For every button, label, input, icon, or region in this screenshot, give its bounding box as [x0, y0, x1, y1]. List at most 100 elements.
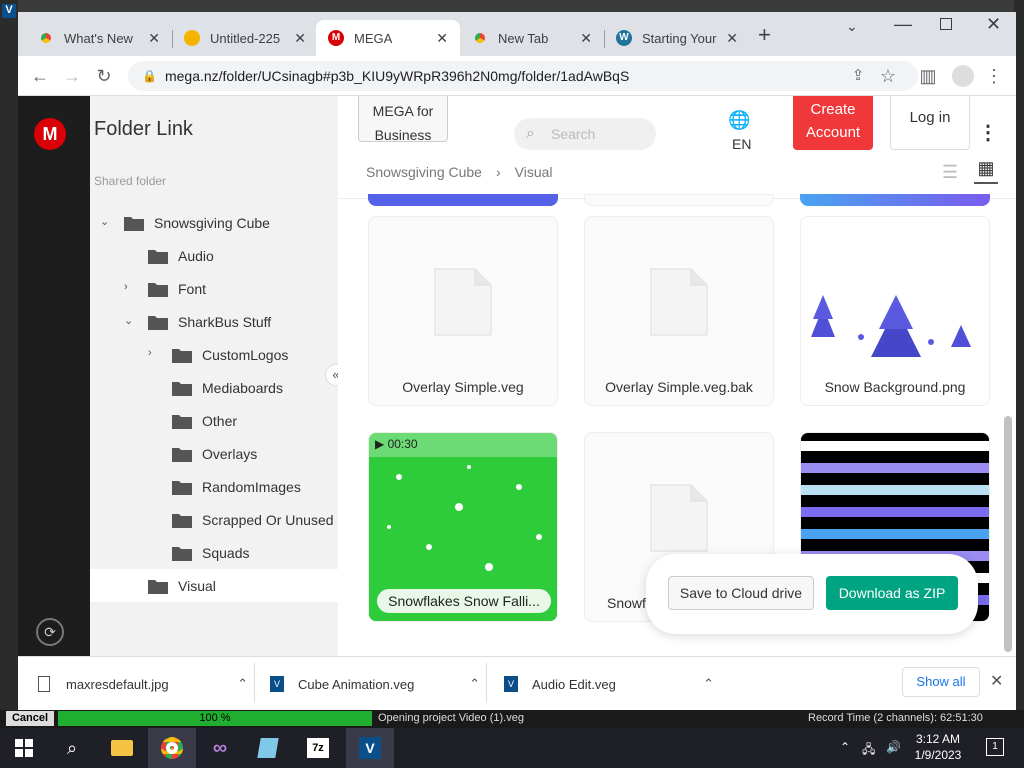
share-icon[interactable]: ⇪: [848, 66, 868, 86]
download-item[interactable]: maxresdefault.jpg ⌃: [38, 671, 262, 697]
scrollbar-thumb[interactable]: [1004, 416, 1012, 652]
bookmark-star-icon[interactable]: ☆: [878, 66, 898, 86]
chevron-up-icon[interactable]: ⌃: [469, 676, 480, 692]
search-taskbar-icon[interactable]: ⌕: [48, 728, 96, 768]
file-explorer-icon[interactable]: [98, 728, 146, 768]
show-all-button[interactable]: Show all: [902, 667, 980, 697]
chevron-up-icon[interactable]: ⌃: [703, 676, 714, 692]
folder-tree-item[interactable]: Mediaboards: [172, 375, 283, 401]
document-icon: [434, 268, 492, 336]
visual-studio-icon[interactable]: ∞: [196, 728, 244, 768]
search-box[interactable]: ⌕ Search: [514, 118, 656, 150]
chevron-right-icon[interactable]: ›: [124, 281, 128, 293]
more-options-icon[interactable]: ⋮: [978, 120, 998, 145]
folder-tree-item[interactable]: SharkBus Stuff: [148, 309, 271, 335]
vegas-left-panel: V: [0, 0, 18, 712]
folder-tree-item[interactable]: Overlays: [172, 441, 257, 467]
tab-untitled[interactable]: Untitled-225 ✕: [172, 20, 318, 56]
clock-date[interactable]: 1/9/2023: [912, 748, 964, 762]
tab-search-icon[interactable]: ⌄: [846, 18, 858, 35]
tray-chevron-icon[interactable]: ⌃: [840, 740, 850, 754]
clock-time[interactable]: 3:12 AM: [914, 732, 962, 746]
folder-tree-item[interactable]: Other: [172, 408, 237, 434]
chevron-down-icon[interactable]: ⌄: [100, 215, 109, 228]
download-item[interactable]: V Audio Edit.veg ⌃: [504, 671, 728, 697]
file-card-partial[interactable]: [368, 194, 558, 206]
forward-icon[interactable]: →: [62, 66, 82, 86]
file-card[interactable]: Overlay Simple.veg: [368, 216, 558, 406]
close-tab-icon[interactable]: ✕: [580, 30, 592, 47]
list-view-icon[interactable]: ☰: [942, 162, 958, 183]
profile-icon[interactable]: [952, 65, 974, 87]
chevron-down-icon[interactable]: ⌄: [124, 314, 133, 327]
chevron-up-icon[interactable]: ⌃: [237, 676, 248, 692]
chevron-right-icon[interactable]: ›: [148, 347, 152, 359]
file-card-partial[interactable]: [800, 194, 990, 206]
side-panel-icon[interactable]: ▥: [918, 66, 938, 86]
file-card-partial[interactable]: [584, 194, 774, 206]
close-tab-icon[interactable]: ✕: [436, 30, 448, 47]
address-bar[interactable]: 🔒 mega.nz/folder/UCsinagb#p3b_KIU9yWRpR3…: [128, 61, 918, 91]
close-tab-icon[interactable]: ✕: [148, 30, 160, 47]
close-tab-icon[interactable]: ✕: [294, 30, 306, 47]
lock-icon: 🔒: [142, 69, 157, 83]
sync-icon[interactable]: ⟳: [36, 618, 64, 646]
download-name: Audio Edit.veg: [532, 676, 616, 692]
snow-thumbnail: [811, 295, 971, 357]
folder-icon: [124, 217, 144, 231]
globe-icon[interactable]: 🌐: [728, 110, 750, 131]
folder-tree-item[interactable]: Font: [148, 276, 206, 302]
folder-tree-item[interactable]: Snowsgiving Cube: [124, 210, 270, 236]
tab-whats-new[interactable]: What's New ✕: [26, 20, 172, 56]
download-item[interactable]: V Cube Animation.veg ⌃: [270, 671, 494, 697]
tab-new-tab[interactable]: New Tab ✕: [460, 20, 604, 56]
status-message: Opening project Video (1).veg: [378, 712, 524, 724]
close-tab-icon[interactable]: ✕: [726, 30, 738, 47]
download-zip-button[interactable]: Download as ZIP: [826, 576, 958, 610]
new-tab-button[interactable]: +: [758, 24, 771, 46]
menu-kebab-icon[interactable]: ⋮: [984, 66, 1004, 86]
language-label[interactable]: EN: [732, 136, 751, 152]
volume-icon[interactable]: 🔊: [886, 740, 901, 754]
folder-icon: [172, 514, 192, 528]
folder-tree-item[interactable]: Scrapped Or Unused: [172, 507, 334, 533]
chrome-icon: [38, 30, 54, 46]
cancel-button[interactable]: Cancel: [6, 711, 54, 726]
folder-icon: [172, 481, 192, 495]
mega-for-business-button[interactable]: MEGA for Business: [358, 96, 448, 143]
reload-icon[interactable]: ↻: [94, 66, 114, 86]
file-card[interactable]: Overlay Simple.veg.bak: [584, 216, 774, 406]
folder-icon: [172, 349, 192, 363]
breadcrumb-item[interactable]: Visual: [515, 164, 553, 180]
back-icon[interactable]: ←: [30, 66, 50, 86]
start-button[interactable]: [0, 728, 48, 768]
close-downloads-icon[interactable]: ✕: [990, 671, 1003, 691]
folder-tree-item[interactable]: Visual: [148, 573, 216, 599]
maximize-button[interactable]: [940, 18, 952, 30]
tab-starting[interactable]: W Starting Your D ✕: [604, 20, 750, 56]
folder-label: SharkBus Stuff: [178, 314, 272, 330]
notepad-icon[interactable]: [244, 728, 292, 768]
folder-tree-item[interactable]: RandomImages: [172, 474, 301, 500]
breadcrumb-item[interactable]: Snowsgiving Cube: [366, 164, 482, 180]
folder-tree-item[interactable]: Squads: [172, 540, 249, 566]
folder-tree-item[interactable]: CustomLogos: [172, 342, 288, 368]
grid-view-icon[interactable]: ▦: [974, 158, 998, 184]
login-button[interactable]: Log in: [890, 96, 970, 150]
tab-mega[interactable]: M MEGA ✕: [316, 20, 460, 56]
file-card[interactable]: Snow Background.png: [800, 216, 990, 406]
chrome-taskbar-icon[interactable]: [148, 728, 196, 768]
file-card[interactable]: ▶ 00:30 Snowflakes Snow Falli...: [368, 432, 558, 622]
download-name: Cube Animation.veg: [298, 676, 415, 692]
save-to-cloud-button[interactable]: Save to Cloud drive: [668, 576, 814, 610]
mega-logo-icon[interactable]: M: [34, 118, 66, 150]
folder-icon: [148, 580, 168, 594]
7zip-icon[interactable]: 7z: [294, 728, 342, 768]
network-icon[interactable]: 🖧: [862, 740, 875, 761]
folder-tree-item[interactable]: Audio: [148, 243, 214, 269]
vegas-taskbar-icon[interactable]: V: [346, 728, 394, 768]
close-window-button[interactable]: ✕: [986, 14, 1001, 35]
notifications-icon[interactable]: 1: [986, 738, 1004, 756]
minimize-button[interactable]: —: [894, 14, 912, 35]
create-account-button[interactable]: Create Account: [793, 96, 873, 150]
